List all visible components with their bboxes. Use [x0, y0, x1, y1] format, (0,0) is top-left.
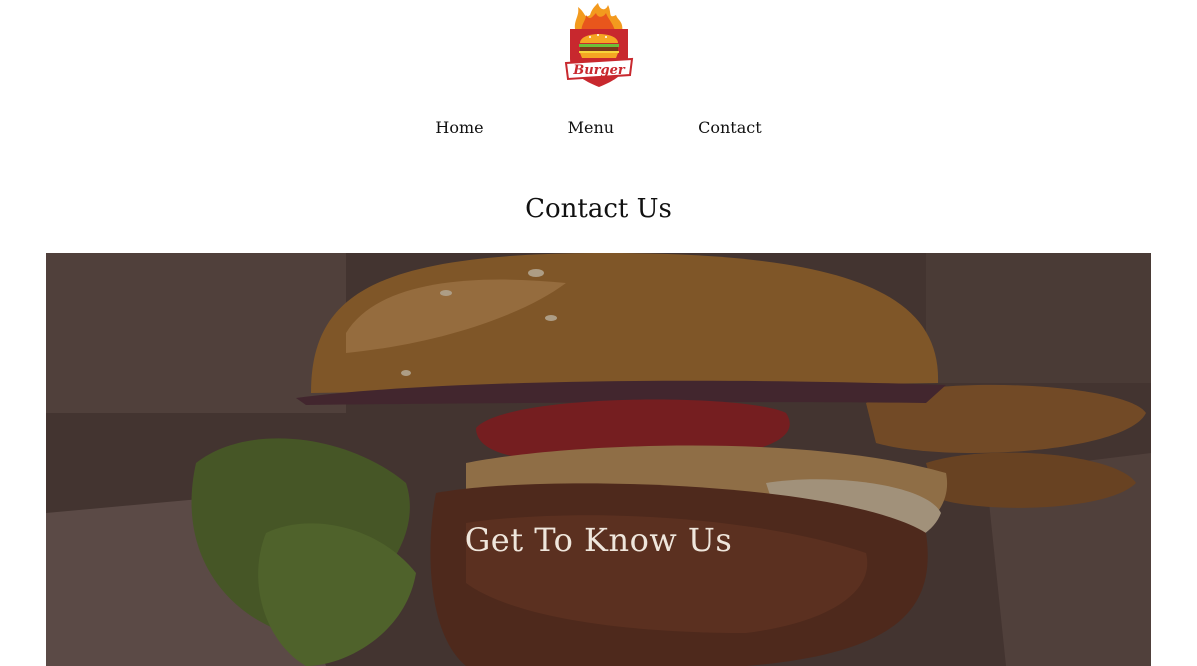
nav-menu-link[interactable]: Menu [526, 108, 656, 148]
page-title: Contact Us [525, 194, 672, 224]
burger-logo-icon: Burger [564, 3, 633, 87]
hero-title: Get To Know Us [464, 521, 733, 559]
nav-home-link[interactable]: Home [393, 108, 525, 148]
nav-contact-link[interactable]: Contact [656, 108, 804, 148]
hero-banner: Get To Know Us [46, 253, 1151, 666]
burger-logo[interactable]: Burger [547, 0, 651, 92]
logo-text: Burger [572, 63, 626, 78]
site-header: Burger Home Menu Contact [0, 0, 1197, 148]
main-nav: Home Menu Contact [393, 108, 803, 148]
burger-photo [46, 253, 1151, 666]
